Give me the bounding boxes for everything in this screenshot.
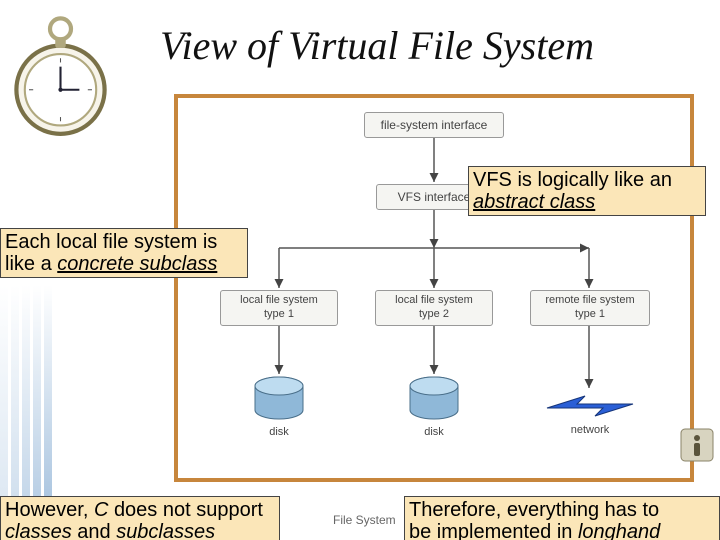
- callout-text: VFS is logically like an: [473, 169, 672, 191]
- network-icon: [545, 390, 635, 422]
- callout-text: C: [94, 499, 114, 521]
- callout-text: be implemented in: [409, 521, 578, 540]
- callout-text: longhand: [578, 521, 660, 540]
- disk-2-label: disk: [399, 426, 469, 438]
- callout-text: and: [72, 521, 116, 540]
- callout-text: Therefore, everything has to: [409, 499, 659, 521]
- callout-vfs-abstract: VFS is logically like an abstract class: [468, 166, 706, 216]
- disk-1-label: disk: [244, 426, 314, 438]
- decorative-left-bars: [0, 285, 60, 505]
- disk-icon: [404, 376, 464, 426]
- network-label: network: [540, 424, 640, 436]
- callout-text: However,: [5, 499, 94, 521]
- callout-longhand: Therefore, everything has to be implemen…: [404, 496, 720, 540]
- node-file-system-interface: file-system interface: [364, 112, 504, 138]
- callout-text: classes: [5, 521, 72, 540]
- callout-text: subclasses: [116, 521, 215, 540]
- footer-text: File System: [333, 513, 396, 527]
- disk-2: disk: [399, 376, 469, 438]
- callout-text: like a: [5, 253, 57, 275]
- disk-icon: [249, 376, 309, 426]
- vfs-diagram-frame: file-system interface VFS interface loca…: [174, 94, 694, 482]
- callout-concrete-subclass: Each local file system is like a concret…: [0, 228, 248, 278]
- info-icon[interactable]: [680, 428, 714, 462]
- callout-text: Each local file system is: [5, 231, 217, 253]
- slide-title: View of Virtual File System: [160, 22, 594, 69]
- callout-text: does not support: [114, 499, 263, 521]
- disk-1: disk: [244, 376, 314, 438]
- node-local-fs-2: local file system type 2: [375, 290, 493, 326]
- callout-text: concrete subclass: [57, 253, 217, 275]
- node-remote-fs-1: remote file system type 1: [530, 290, 650, 326]
- network: network: [540, 390, 640, 436]
- pocket-watch-icon: [8, 4, 113, 144]
- callout-c-no-classes: However, C does not support classes and …: [0, 496, 280, 540]
- callout-text: abstract class: [473, 191, 595, 213]
- node-local-fs-1: local file system type 1: [220, 290, 338, 326]
